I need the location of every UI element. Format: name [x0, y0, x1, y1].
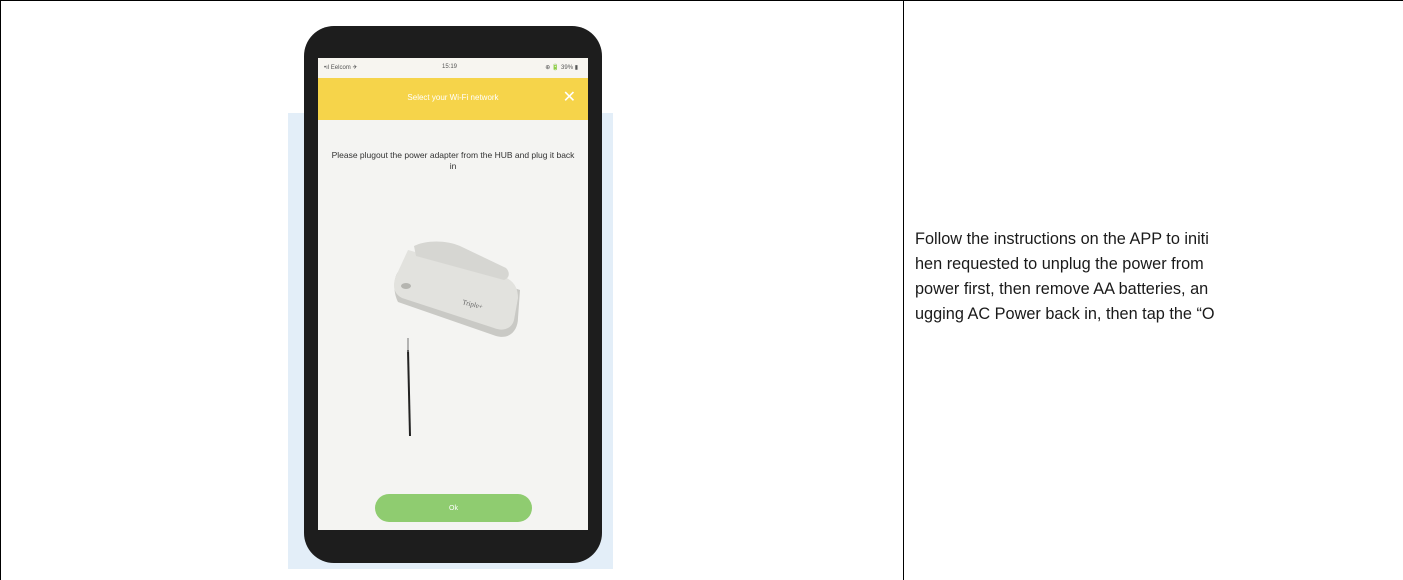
- app-header: Select your Wi-Fi network ✕: [318, 78, 588, 120]
- instruction-paragraph: Follow the instructions on the APP to in…: [915, 227, 1403, 327]
- document-table: •ıl Eelcom ✈ 15:19 ⊕ 🔋 39% ▮ Select your…: [0, 0, 1403, 580]
- power-cable: [407, 349, 411, 437]
- phone-screen: •ıl Eelcom ✈ 15:19 ⊕ 🔋 39% ▮ Select your…: [318, 58, 588, 530]
- instruction-line: power first, then remove AA batteries, a…: [915, 280, 1209, 298]
- close-icon[interactable]: ✕: [563, 87, 576, 109]
- status-bar: •ıl Eelcom ✈ 15:19 ⊕ 🔋 39% ▮: [318, 58, 588, 78]
- table-border-top: [0, 0, 1403, 1]
- hub-led: [401, 283, 411, 289]
- status-battery: ⊕ 🔋 39% ▮: [545, 65, 578, 71]
- status-time: 15:19: [442, 64, 458, 70]
- instruction-text: Please plugout the power adapter from th…: [331, 150, 575, 171]
- ok-button[interactable]: Ok: [375, 494, 532, 522]
- table-border-left: [0, 0, 1, 580]
- instruction-line: hen requested to unplug the power from: [915, 255, 1204, 273]
- header-title: Select your Wi-Fi network: [407, 93, 499, 102]
- instruction-line: Follow the instructions on the APP to in…: [915, 230, 1209, 248]
- status-carrier: •ıl Eelcom ✈: [324, 65, 358, 71]
- instruction-line: ugging AC Power back in, then tap the “O: [915, 305, 1215, 323]
- hub-illustration: Triple+: [394, 241, 520, 437]
- cell-divider: [903, 0, 904, 580]
